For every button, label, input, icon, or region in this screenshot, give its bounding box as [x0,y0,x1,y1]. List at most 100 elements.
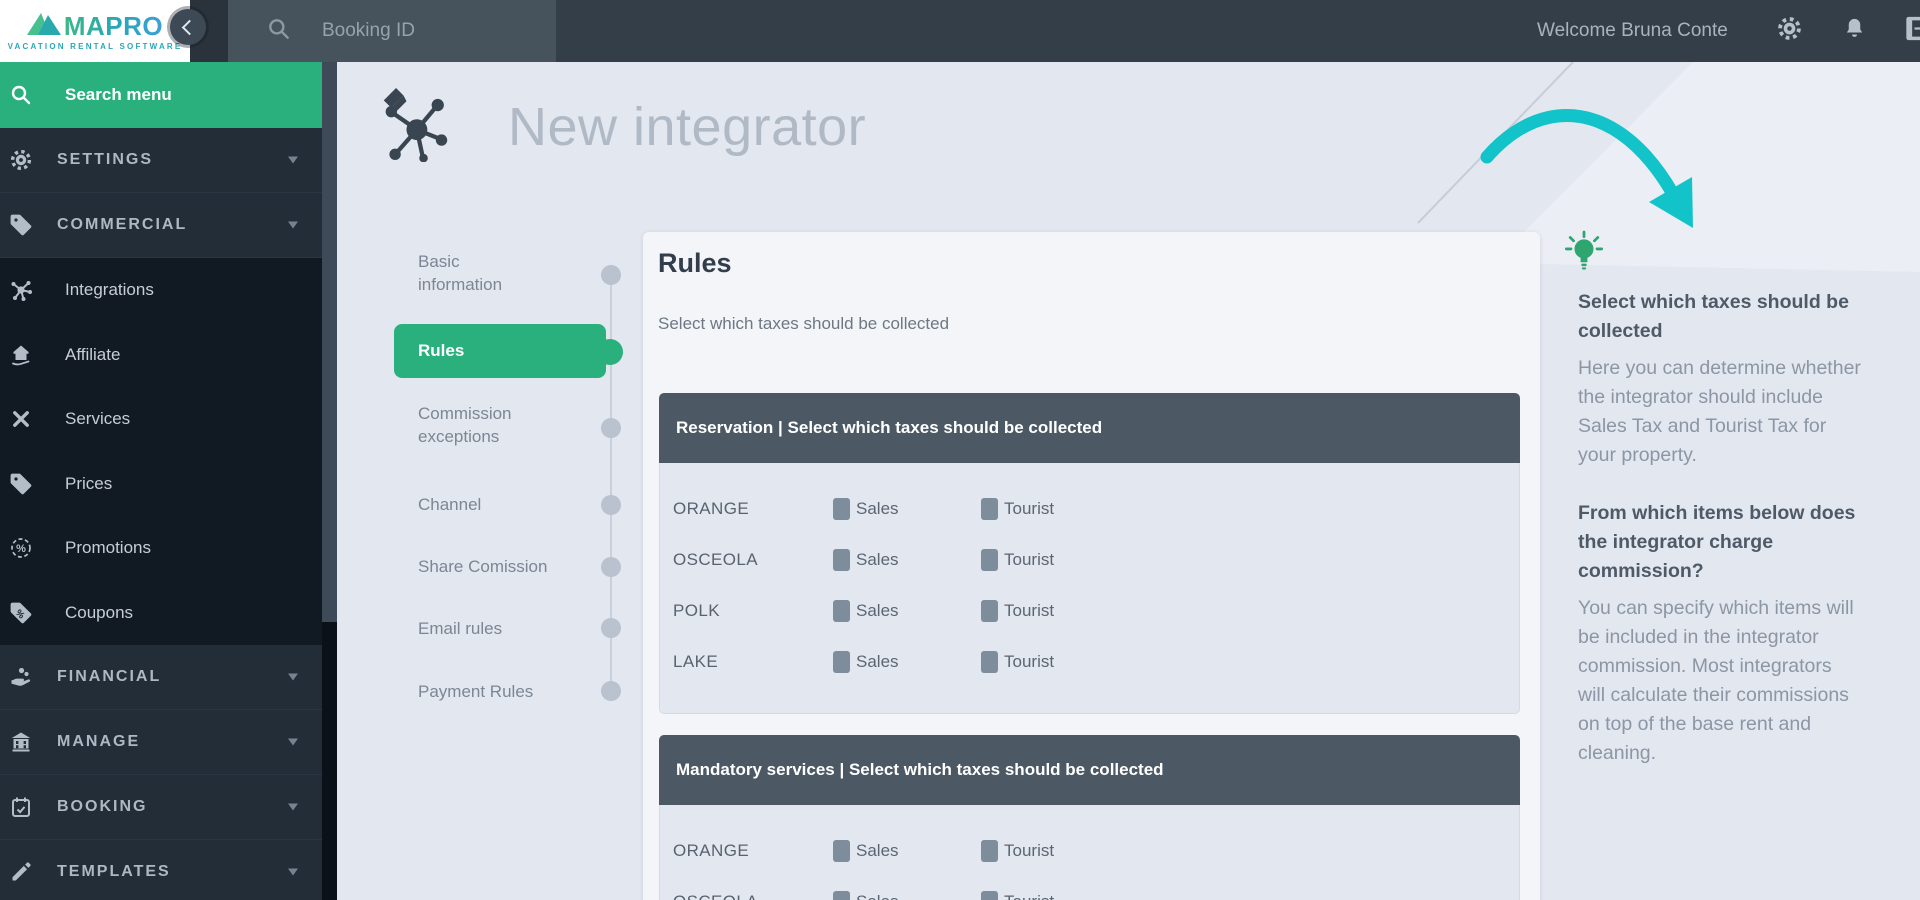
welcome-user-label: Welcome Bruna Conte [1537,0,1728,62]
sales-checkbox-label: Sales [856,892,899,900]
table-header-label: Reservation | Select which taxes should … [676,418,1102,438]
sidebar-item-promotions[interactable]: % Promotions [0,516,322,581]
sales-checkbox[interactable] [833,651,850,673]
wizard-step-basic-information[interactable]: Basic information [394,250,634,296]
help-section-body: You can specify which items will be incl… [1578,594,1916,768]
sales-checkbox-label: Sales [856,601,899,621]
wizard-step-dot-active [597,339,623,365]
sales-checkbox[interactable] [833,600,850,622]
sales-checkbox[interactable] [833,549,850,571]
wizard-step-label: Commission exceptions [418,402,588,448]
table-header-bar: Mandatory services | Select which taxes … [659,735,1520,805]
sidebar-item-coupons[interactable]: % Coupons [0,581,322,646]
notifications-bell-icon[interactable] [1843,16,1866,46]
sidebar-item-manage[interactable]: MANAGE [0,710,322,775]
sidebar-item-label: Integrations [65,280,154,300]
wizard-step-label: Basic information [418,250,588,296]
wizard-step-dot [601,557,621,577]
tourist-checkbox-label: Tourist [1004,550,1054,570]
table-body: ORANGE Sales Tourist OSCEOLA Sales Touri… [659,805,1520,900]
integrator-hub-pencil-icon [379,86,451,167]
tourist-checkbox[interactable] [981,651,998,673]
sidebar-item-booking[interactable]: BOOKING [0,775,322,840]
search-icon [266,16,292,47]
sidebar-scrollbar-track[interactable] [322,62,337,900]
chevron-down-icon [288,222,298,229]
wizard-steps: Basic information Rules Commission excep… [394,240,644,720]
logout-door-icon[interactable] [1903,15,1920,48]
wizard-step-label: Channel [418,493,588,516]
brand-logo[interactable]: MAPRO VACATION RENTAL SOFTWARE [0,0,190,62]
sidebar-item-label: TEMPLATES [57,863,171,881]
county-label: OSCEOLA [673,892,758,900]
reservation-tax-table: Reservation | Select which taxes should … [659,393,1520,714]
svg-text:%: % [16,543,26,555]
settings-gear-icon[interactable] [1776,15,1803,47]
pencil-icon [6,860,36,884]
tourist-checkbox[interactable] [981,840,998,862]
sidebar-item-prices[interactable]: Prices [0,452,322,517]
page-title: New integrator [508,96,866,158]
sidebar-item-financial[interactable]: FINANCIAL [0,645,322,710]
wizard-step-label: Email rules [418,617,588,640]
wizard-step-dot [601,618,621,638]
sidebar-item-label: Affiliate [65,345,120,365]
brand-tagline: VACATION RENTAL SOFTWARE [8,42,183,51]
sidebar-item-commercial[interactable]: COMMERCIAL [0,193,322,258]
wizard-step-email-rules[interactable]: Email rules [394,617,634,640]
sidebar-collapse-button[interactable] [170,9,206,45]
wizard-step-channel[interactable]: Channel [394,493,634,516]
top-header: MAPRO VACATION RENTAL SOFTWARE Welcome B… [0,0,1920,62]
sidebar-item-label: Services [65,409,130,429]
wizard-step-dot [601,495,621,515]
table-row: ORANGE Sales Tourist [660,825,1519,876]
chevron-down-icon [288,869,298,876]
wizard-step-commission-exceptions[interactable]: Commission exceptions [394,402,634,448]
tourist-checkbox[interactable] [981,498,998,520]
sidebar-scrollbar-thumb[interactable] [322,62,337,622]
tourist-checkbox[interactable] [981,549,998,571]
gear-icon [6,148,36,172]
sidebar-item-integrations[interactable]: Integrations [0,258,322,323]
sales-checkbox[interactable] [833,891,850,900]
wizard-step-dot [601,418,621,438]
wizard-step-share-comission[interactable]: Share Comission [394,555,634,578]
hand-coins-icon [6,665,36,689]
wizard-step-payment-rules[interactable]: Payment Rules [394,680,634,703]
booking-id-search-input[interactable] [320,19,514,43]
tourist-checkbox-label: Tourist [1004,652,1054,672]
county-label: ORANGE [673,841,749,861]
sidebar-item-label: COMMERCIAL [57,216,187,234]
sales-checkbox[interactable] [833,498,850,520]
tourist-checkbox-label: Tourist [1004,841,1054,861]
table-row: LAKE Sales Tourist [660,636,1519,687]
tourist-checkbox[interactable] [981,891,998,900]
chevron-down-icon [288,804,298,811]
chevron-down-icon [288,739,298,746]
wizard-step-rules-active[interactable]: Rules [394,324,606,378]
wizard-step-label: Share Comission [418,555,588,578]
table-row: OSCEOLA Sales Tourist [660,534,1519,585]
card-subtitle: Select which taxes should be collected [658,314,949,334]
sales-checkbox-label: Sales [856,550,899,570]
diagonal-band-decoration [1493,62,1920,272]
sidebar-item-settings[interactable]: SETTINGS [0,128,322,193]
search-icon [6,83,36,107]
building-icon [6,730,36,754]
sidebar-item-services[interactable]: Services [0,387,322,452]
integration-hub-icon [6,278,36,302]
tourist-checkbox-label: Tourist [1004,892,1054,900]
sidebar-item-search-menu[interactable]: Search menu [0,62,322,128]
sidebar-nav: Search menu SETTINGS COMMERCIAL [0,62,322,900]
sidebar-item-affiliate[interactable]: Affiliate [0,323,322,388]
sidebar-item-templates[interactable]: TEMPLATES [0,840,322,900]
sales-checkbox[interactable] [833,840,850,862]
county-label: ORANGE [673,499,749,519]
brand-name: MAPRO [64,13,163,39]
wizard-step-dot [601,681,621,701]
crossed-tools-icon [6,407,36,431]
header-search [228,0,556,62]
sales-checkbox-label: Sales [856,652,899,672]
tourist-checkbox[interactable] [981,600,998,622]
sidebar-item-label: MANAGE [57,733,140,751]
